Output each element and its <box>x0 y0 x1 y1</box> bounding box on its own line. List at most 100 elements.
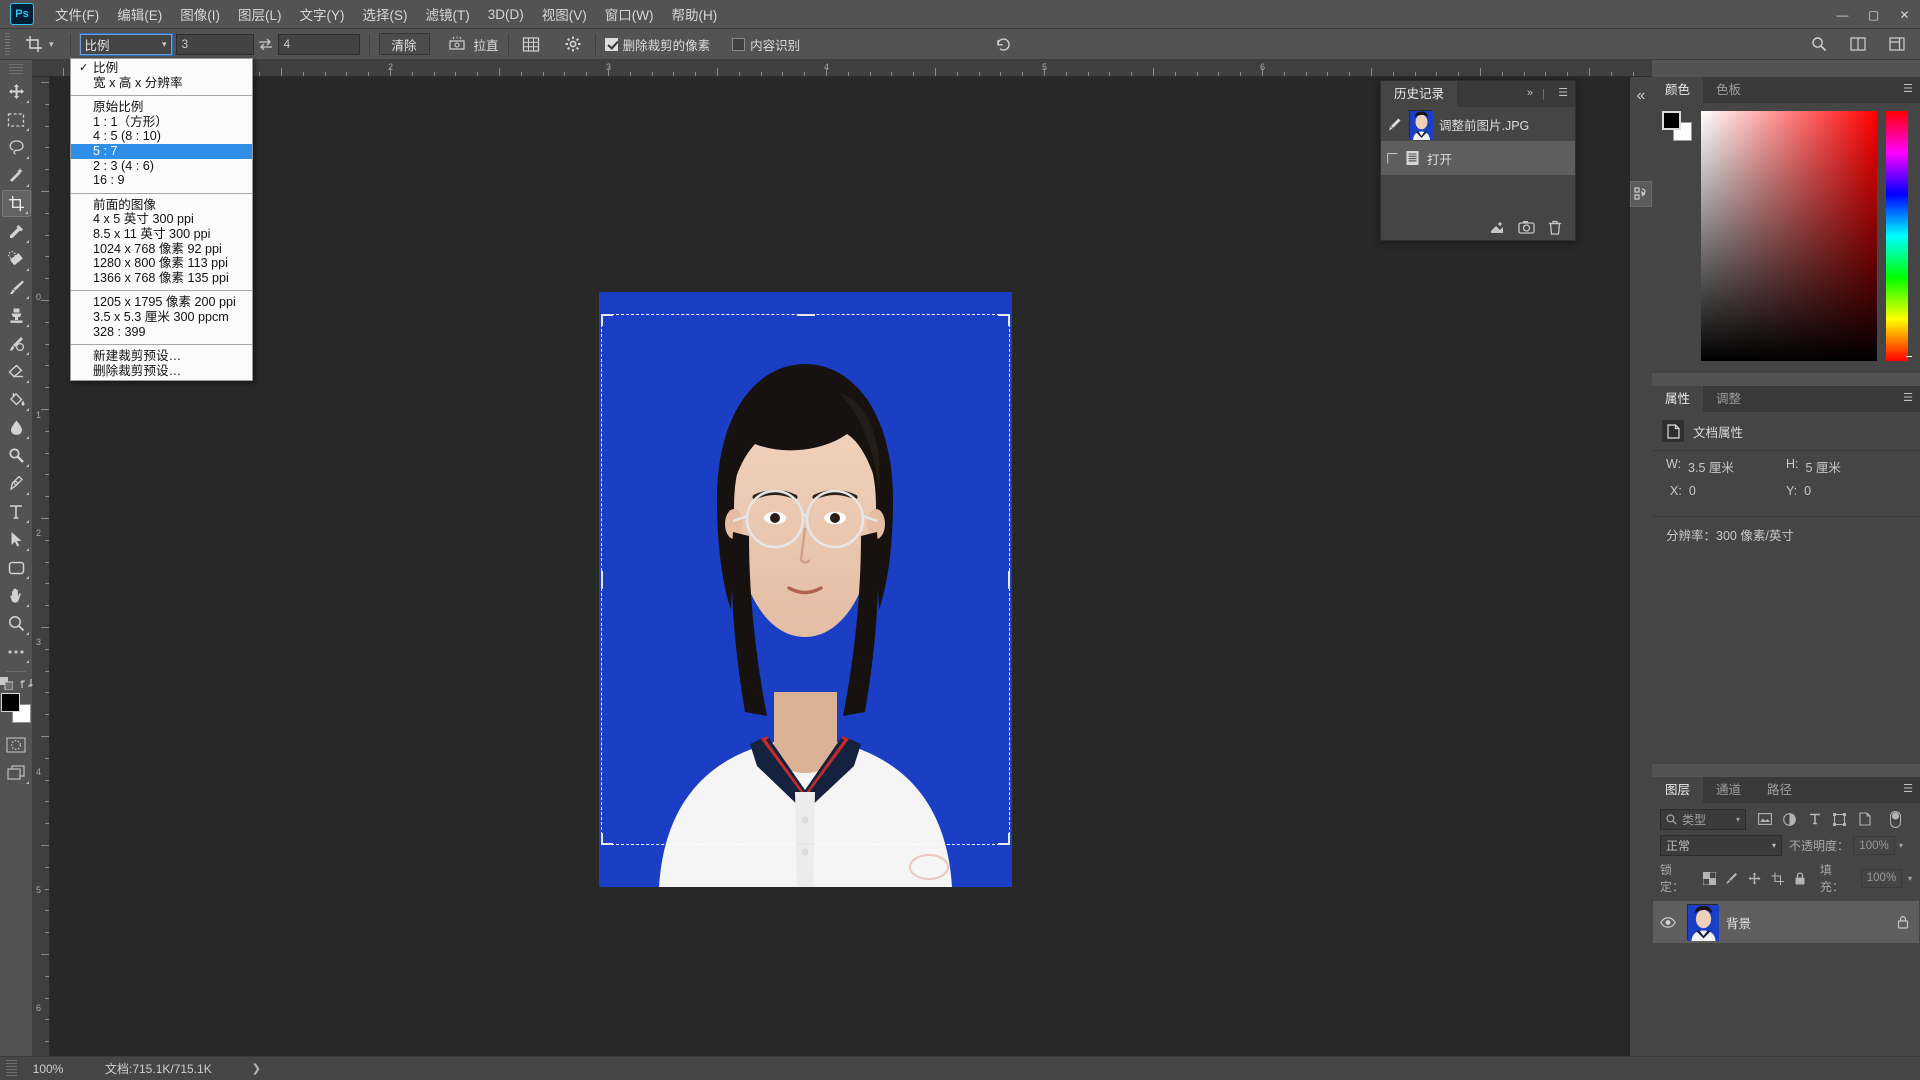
filter-image-icon[interactable] <box>1752 808 1777 830</box>
crop-height-input[interactable]: 4 <box>277 33 360 55</box>
history-state-checkbox[interactable] <box>1387 152 1398 164</box>
eyedropper-tool[interactable] <box>2 218 31 245</box>
blur-tool[interactable] <box>2 414 31 441</box>
expand-panels-icon[interactable]: « <box>1630 83 1652 109</box>
dodge-tool[interactable] <box>2 442 31 469</box>
edit-toolbar-button[interactable] <box>2 638 31 665</box>
crop-handle-top[interactable] <box>796 314 815 317</box>
menu-filter[interactable]: 滤镜(T) <box>417 0 479 28</box>
menu-edit[interactable]: 编辑(E) <box>108 0 171 28</box>
filter-toggle-icon[interactable] <box>1883 808 1908 830</box>
y-field[interactable]: Y: 0 <box>1786 484 1906 498</box>
dropdown-item[interactable]: 5 : 7 <box>71 143 252 159</box>
menu-view[interactable]: 视图(V) <box>533 0 596 28</box>
chevron-down-icon[interactable]: ▾ <box>1908 874 1912 883</box>
filter-shape-icon[interactable] <box>1827 808 1852 830</box>
menu-image[interactable]: 图像(I) <box>171 0 229 28</box>
status-bar-grip[interactable] <box>6 1059 17 1078</box>
lock-transparent-pixels-icon[interactable] <box>1701 870 1718 887</box>
trash-icon[interactable] <box>1548 220 1562 235</box>
dropdown-item[interactable]: 宽 x 高 x 分辨率 <box>71 76 252 91</box>
pen-tool[interactable] <box>2 470 31 497</box>
color-spectrum-field[interactable] <box>1701 111 1877 361</box>
dropdown-item[interactable]: 16 : 9 <box>71 173 252 188</box>
quick-mask-icon[interactable] <box>2 731 31 758</box>
content-aware-checkbox[interactable]: 内容识别 <box>732 35 800 54</box>
dropdown-item[interactable]: 1024 x 768 像素 92 ppi <box>71 242 252 257</box>
dropdown-item[interactable]: 1 : 1（方形） <box>71 115 252 130</box>
history-state-item[interactable]: 打开 <box>1381 141 1575 175</box>
straighten-label[interactable]: 拉直 <box>474 35 499 54</box>
x-field[interactable]: X: 0 <box>1666 484 1786 498</box>
spot-healing-brush-tool[interactable] <box>2 246 31 273</box>
dropdown-item[interactable]: 删除裁剪预设… <box>71 364 252 379</box>
options-bar-grip[interactable] <box>3 33 12 55</box>
lock-artboard-icon[interactable] <box>1769 870 1786 887</box>
history-brush-tool[interactable] <box>2 330 31 357</box>
tab-layers[interactable]: 图层 <box>1652 777 1704 803</box>
dropdown-item[interactable]: 4 : 5 (8 : 10) <box>71 129 252 144</box>
search-icon[interactable] <box>1806 32 1832 56</box>
crop-handle-top-left[interactable] <box>601 314 613 326</box>
screen-mode-icon[interactable] <box>2 759 31 786</box>
dropdown-item[interactable]: 4 x 5 英寸 300 ppi <box>71 212 252 227</box>
eye-icon[interactable] <box>1657 916 1679 928</box>
crop-handle-top-right[interactable] <box>998 314 1010 326</box>
opacity-value[interactable]: 100% <box>1853 836 1896 855</box>
menu-select[interactable]: 选择(S) <box>354 0 417 28</box>
clear-button[interactable]: 清除 <box>378 33 430 55</box>
dropdown-item[interactable]: 1366 x 768 像素 135 ppi <box>71 271 252 286</box>
filter-smart-object-icon[interactable] <box>1852 808 1877 830</box>
dropdown-item[interactable]: 3.5 x 5.3 厘米 300 ppcm <box>71 310 252 325</box>
arrange-documents-icon[interactable] <box>1845 32 1871 56</box>
hue-slider-thumb[interactable] <box>1906 356 1912 357</box>
dropdown-item[interactable]: 328 : 399 <box>71 325 252 340</box>
dropdown-item[interactable]: 8.5 x 11 英寸 300 ppi <box>71 227 252 242</box>
lock-position-icon[interactable] <box>1746 870 1763 887</box>
tab-paths[interactable]: 路径 <box>1754 777 1805 803</box>
layer-filter-select[interactable]: 类型 ▾ <box>1660 808 1746 830</box>
straighten-icon[interactable] <box>444 32 470 56</box>
tool-preset-picker[interactable]: ▾ <box>16 33 61 55</box>
swap-arrows-icon[interactable] <box>254 33 278 55</box>
clone-stamp-tool[interactable] <box>2 302 31 329</box>
panel-menu-icon[interactable]: ☰ <box>1903 393 1913 404</box>
width-field[interactable]: W: 3.5 厘米 <box>1666 457 1786 476</box>
dropdown-item[interactable]: ✓ 比例 <box>71 61 252 76</box>
crop-handle-bottom-right[interactable] <box>998 833 1010 845</box>
menu-3d[interactable]: 3D(D) <box>479 3 533 26</box>
vertical-ruler[interactable]: 0 1 2 3 4 5 6 <box>33 77 50 1056</box>
history-panel[interactable]: 历史记录 » | ☰ 调整前图片.JPG 打开 <box>1380 80 1576 241</box>
workspace-icon[interactable] <box>1884 32 1910 56</box>
rectangular-marquee-tool[interactable] <box>2 106 31 133</box>
lock-image-pixels-icon[interactable] <box>1724 870 1741 887</box>
menu-file[interactable]: 文件(F) <box>46 0 108 28</box>
toolbar-grip[interactable] <box>9 64 23 76</box>
hue-slider[interactable] <box>1886 111 1912 361</box>
crop-width-input[interactable]: 3 <box>175 33 254 55</box>
foreground-background-colors[interactable] <box>1 693 31 723</box>
maximize-button[interactable]: ▢ <box>1858 0 1889 29</box>
crop-tool[interactable] <box>1 190 31 217</box>
panel-menu-icon[interactable]: ☰ <box>1558 88 1568 99</box>
opacity-control[interactable]: 不透明度： 100% ▾ <box>1789 836 1903 855</box>
blend-mode-select[interactable]: 正常 ▾ <box>1660 835 1782 856</box>
chevron-down-icon[interactable]: ▾ <box>1899 841 1903 850</box>
image-document[interactable] <box>599 292 1012 887</box>
tab-properties[interactable]: 属性 <box>1652 386 1704 412</box>
lasso-tool[interactable] <box>2 134 31 161</box>
default-colors-icon[interactable] <box>0 677 13 690</box>
lock-icon[interactable] <box>1897 915 1909 929</box>
zoom-tool[interactable] <box>2 610 31 637</box>
horizontal-ruler[interactable]: 1 2 3 4 5 6 <box>33 60 1652 77</box>
swap-colors-icon[interactable] <box>19 677 33 690</box>
document-size-info[interactable]: 文档:715.1K/715.1K <box>105 1060 212 1077</box>
dropdown-item[interactable]: 2 : 3 (4 : 6) <box>71 159 252 174</box>
paint-bucket-tool[interactable] <box>2 386 31 413</box>
crop-handle-left[interactable] <box>601 570 604 589</box>
hand-tool[interactable] <box>2 582 31 609</box>
crop-handle-bottom[interactable] <box>796 842 815 845</box>
filter-adjustment-icon[interactable] <box>1777 808 1802 830</box>
close-button[interactable]: ✕ <box>1889 0 1920 29</box>
crop-ratio-dropdown-menu[interactable]: ✓ 比例宽 x 高 x 分辨率 原始比例 1 : 1（方形） 4 : 5 (8 : 10… <box>70 58 253 382</box>
